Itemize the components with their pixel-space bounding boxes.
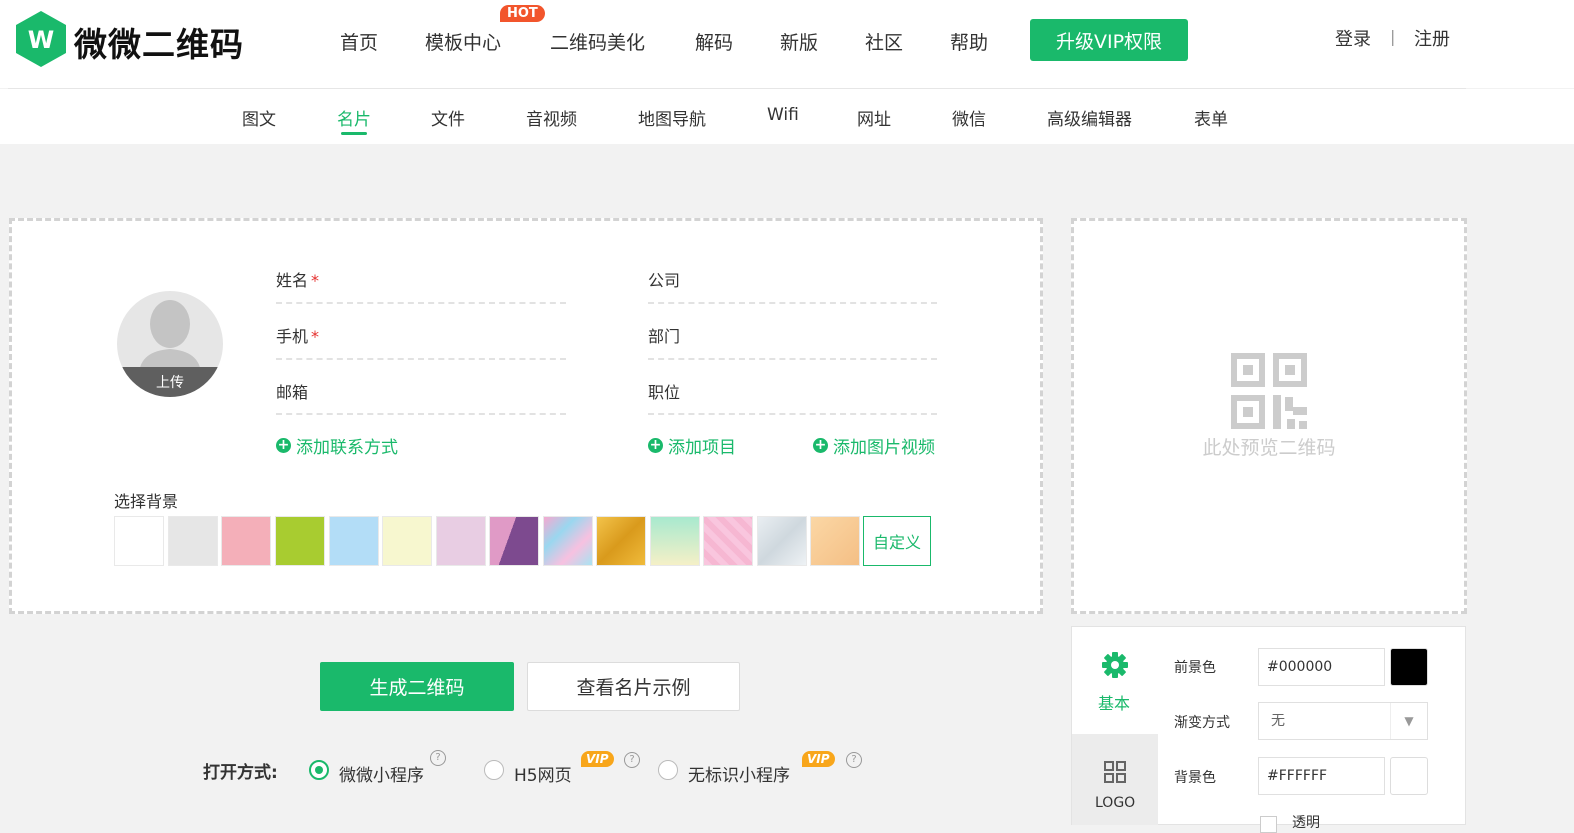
foreground-color-picker[interactable] [1390,648,1428,686]
help-icon[interactable]: ? [624,752,640,768]
plus-circle-icon: + [648,437,663,453]
auth-separator: | [1390,27,1396,46]
radio-h5-page-label[interactable]: H5网页 [514,761,572,786]
tab-text-image[interactable]: 图文 [242,105,276,130]
bg-swatch-marble[interactable] [543,516,593,566]
preview-placeholder: 此处预览二维码 [1202,437,1336,459]
background-color-label: 背景色 [1174,770,1216,786]
company-input[interactable] [648,302,937,304]
brand-name[interactable]: 微微二维码 [74,18,244,66]
header-divider [8,88,1466,89]
phone-field-label: 手机 * [276,327,320,346]
radio-unbranded-mini-program[interactable] [658,760,678,780]
nav-qr-beautify[interactable]: 二维码美化 [550,28,645,55]
bg-swatch-gold[interactable] [596,516,646,566]
settings-tab-logo-label[interactable]: LOGO [1095,795,1135,811]
gear-icon [1102,652,1128,678]
bg-swatch-pink-pattern[interactable] [703,516,753,566]
background-title: 选择背景 [114,492,179,511]
tab-advanced-editor[interactable]: 高级编辑器 [1047,105,1132,130]
plus-circle-icon: + [276,437,291,453]
tab-business-card[interactable]: 名片 [337,105,371,130]
background-color-picker[interactable] [1390,757,1428,795]
chevron-down-icon: ▼ [1390,703,1427,739]
nav-new-version[interactable]: 新版 [780,28,818,55]
tab-map-navigation[interactable]: 地图导航 [638,105,706,130]
help-icon[interactable]: ? [430,750,446,766]
bg-swatch-gray[interactable] [168,516,218,566]
register-link[interactable]: 注册 [1414,25,1450,51]
nav-decode[interactable]: 解码 [695,28,733,55]
active-tab-indicator [341,132,367,135]
radio-mini-program-label[interactable]: 微微小程序 [339,761,424,786]
vip-badge: VIP [581,751,614,767]
transparent-label[interactable]: 透明 [1292,812,1320,832]
email-input[interactable] [276,413,566,415]
name-field-label: 姓名 * [276,271,320,290]
email-field-label: 邮箱 [276,383,309,402]
radio-unbranded-mini-program-label[interactable]: 无标识小程序 [688,761,790,786]
bg-swatch-cream[interactable] [382,516,432,566]
tab-form[interactable]: 表单 [1194,105,1228,130]
bg-swatch-lavender[interactable] [436,516,486,566]
background-color-input[interactable]: #FFFFFF [1258,757,1385,795]
qr-code-icon [1231,353,1307,429]
settings-tab-basic[interactable] [1072,627,1158,734]
tab-url[interactable]: 网址 [857,105,891,130]
svg-text:W: W [28,26,54,54]
department-input[interactable] [648,358,937,360]
add-item-link[interactable]: + 添加项目 [648,433,736,458]
avatar-upload[interactable]: 上传 [117,291,223,397]
bg-swatch-peach[interactable] [810,516,860,566]
open-mode-title: 打开方式: [203,763,278,783]
nav-community[interactable]: 社区 [865,28,903,55]
department-field-label: 部门 [648,327,681,346]
bg-swatch-mint[interactable] [650,516,700,566]
bg-swatch-pink[interactable] [221,516,271,566]
bg-swatch-white[interactable] [114,516,164,566]
vip-badge: VIP [802,751,835,767]
plus-circle-icon: + [813,437,828,453]
name-input[interactable] [276,302,566,304]
hot-badge: HOT [500,5,545,22]
position-input[interactable] [648,413,937,415]
grid-icon [1104,761,1126,783]
view-sample-button[interactable]: 查看名片示例 [527,662,740,711]
login-link[interactable]: 登录 [1335,25,1371,51]
upgrade-vip-button[interactable]: 升级VIP权限 [1030,19,1188,61]
nav-templates[interactable]: 模板中心 [425,28,501,55]
settings-tab-basic-label[interactable]: 基本 [1098,690,1130,714]
radio-h5-page[interactable] [484,760,504,780]
bg-swatch-blue[interactable] [329,516,379,566]
help-icon[interactable]: ? [846,752,862,768]
nav-help[interactable]: 帮助 [950,28,988,55]
add-contact-link[interactable]: + 添加联系方式 [276,433,398,458]
foreground-label: 前景色 [1174,660,1216,676]
add-media-link[interactable]: + 添加图片视频 [813,433,935,458]
radio-mini-program[interactable] [309,760,329,780]
tab-file[interactable]: 文件 [431,105,465,130]
gradient-select[interactable]: 无 ▼ [1258,702,1428,740]
position-field-label: 职位 [648,383,681,402]
custom-background-button[interactable]: 自定义 [863,516,931,566]
bg-swatch-silver[interactable] [757,516,807,566]
brand-logo-icon[interactable]: W [14,10,68,68]
bg-swatch-purple-diagonal[interactable] [489,516,539,566]
tab-audio-video[interactable]: 音视频 [526,105,577,130]
company-field-label: 公司 [648,271,681,290]
nav-home[interactable]: 首页 [340,28,378,55]
tab-wechat[interactable]: 微信 [952,105,986,130]
gradient-label: 渐变方式 [1174,715,1230,731]
tab-wifi[interactable]: Wifi [767,105,799,125]
phone-input[interactable] [276,358,566,360]
generate-qr-button[interactable]: 生成二维码 [320,662,514,711]
foreground-color-input[interactable]: #000000 [1258,648,1385,686]
bg-swatch-green[interactable] [275,516,325,566]
avatar-upload-label: 上传 [156,375,184,391]
